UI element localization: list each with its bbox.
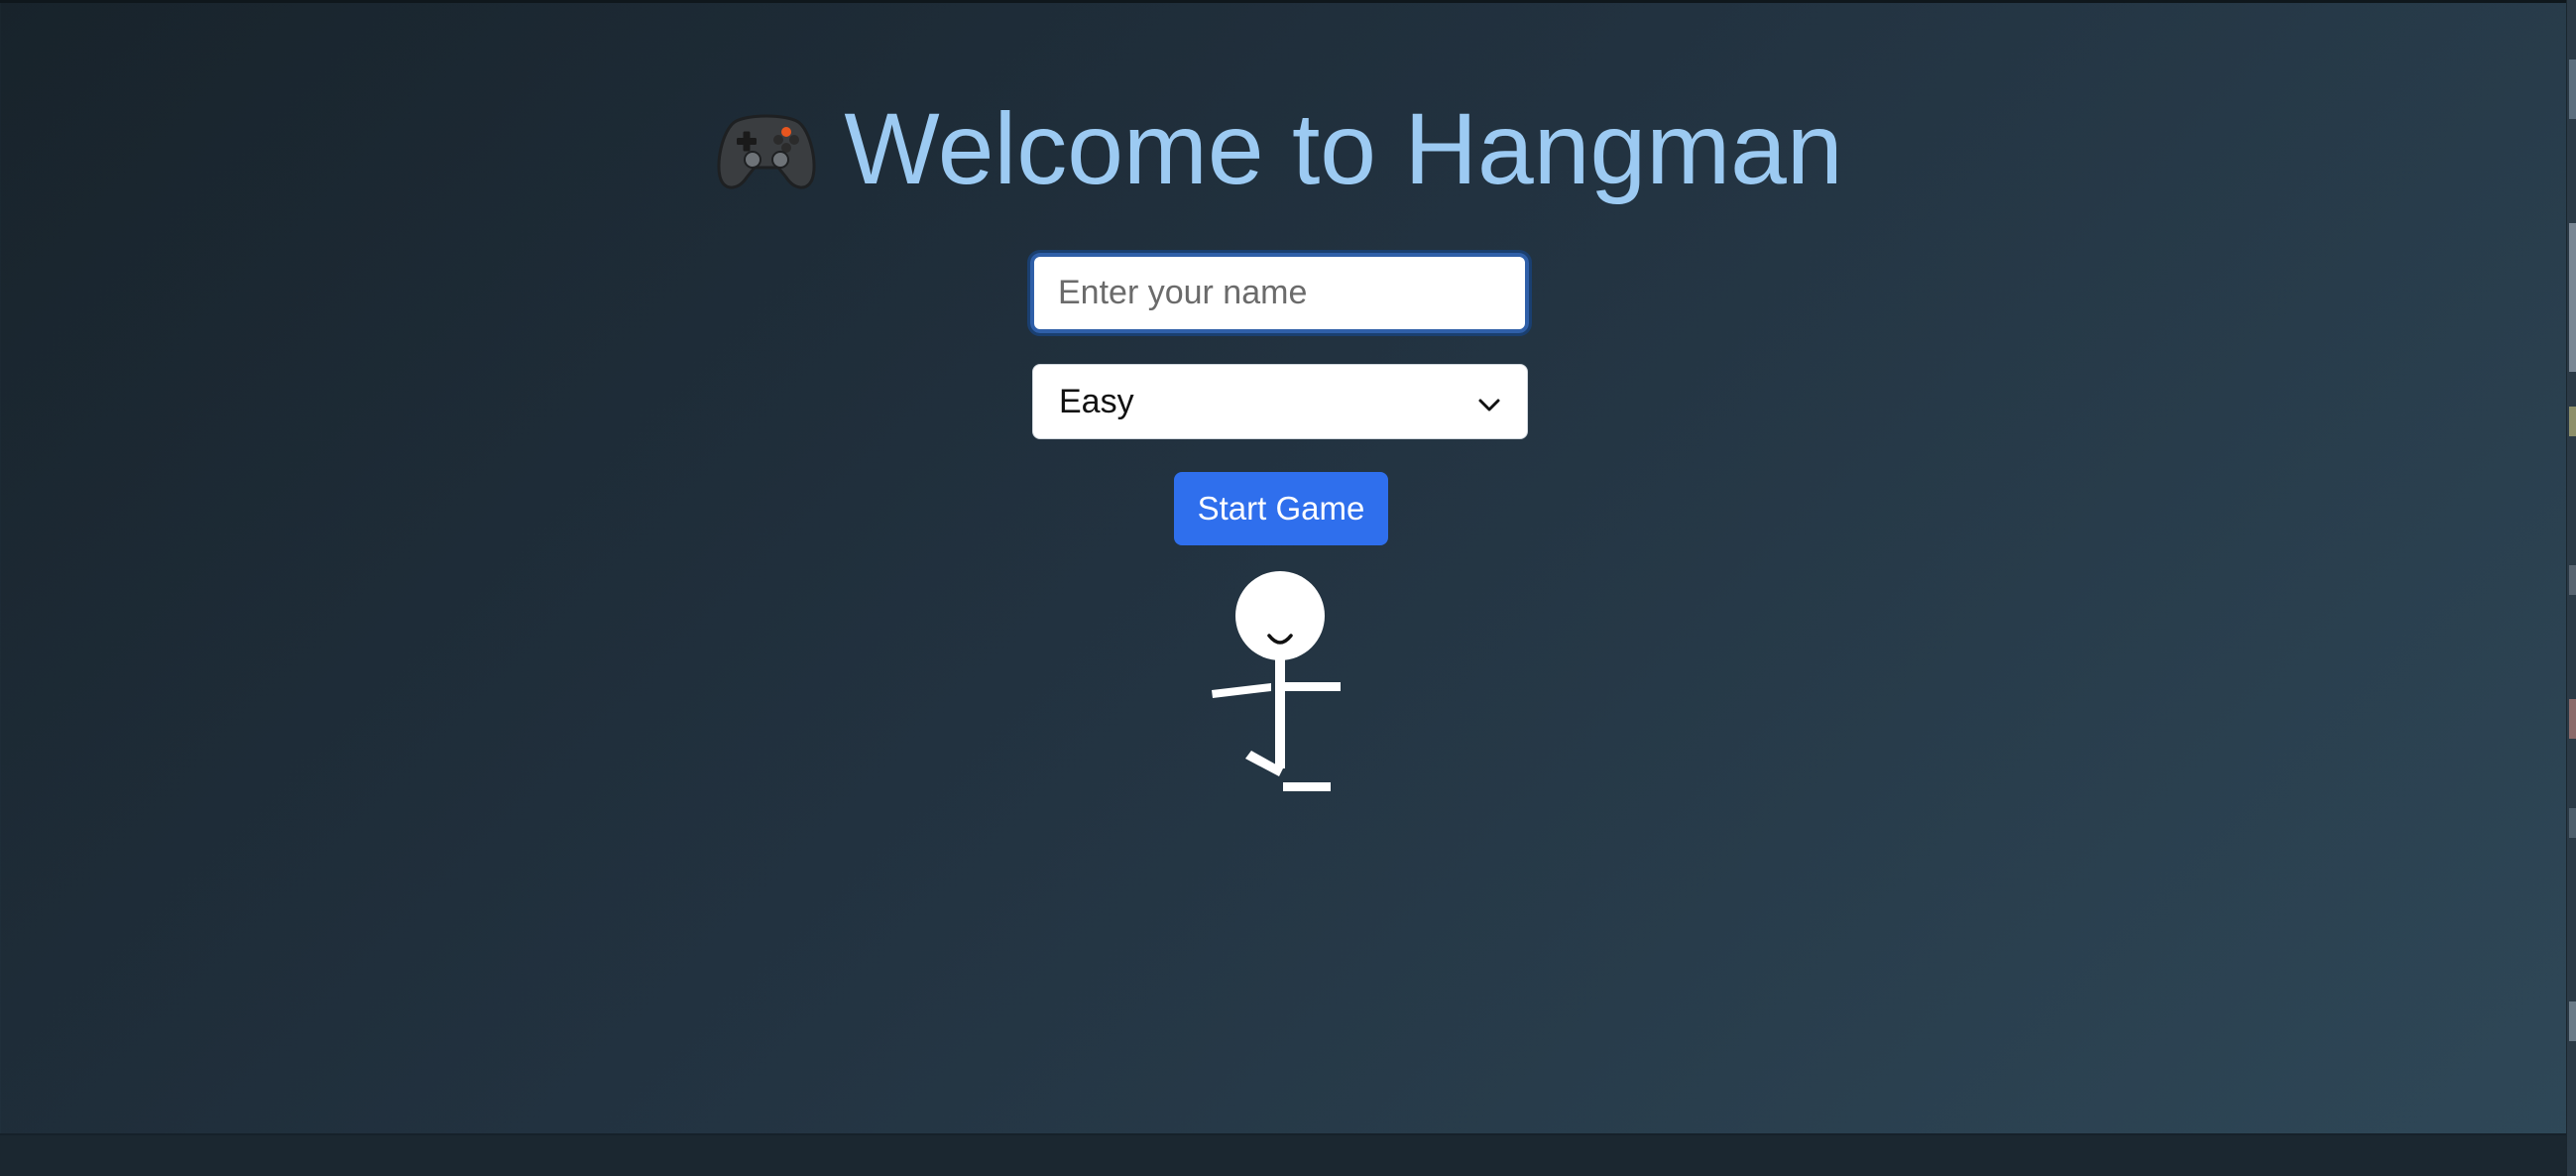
stickman-right-leg — [1283, 782, 1331, 791]
gamepad-icon — [715, 101, 818, 220]
difficulty-select[interactable]: Easy — [1032, 364, 1528, 439]
stickman-figure — [1200, 570, 1358, 803]
page-title: Welcome to Hangman — [0, 89, 2558, 220]
stickman-head — [1235, 571, 1325, 660]
chevron-down-icon — [1475, 389, 1503, 427]
window-edge-strip — [2566, 0, 2576, 1176]
bottom-bar — [0, 1133, 2576, 1176]
stickman-body — [1275, 659, 1285, 768]
window-top-border — [0, 0, 2576, 3]
difficulty-selected-value: Easy — [1059, 382, 1134, 420]
stickman-left-arm — [1212, 683, 1271, 698]
start-game-button[interactable]: Start Game — [1174, 472, 1388, 545]
page-title-text: Welcome to Hangman — [844, 92, 1843, 205]
stickman-right-arm — [1285, 682, 1341, 691]
name-input[interactable] — [1027, 250, 1532, 336]
